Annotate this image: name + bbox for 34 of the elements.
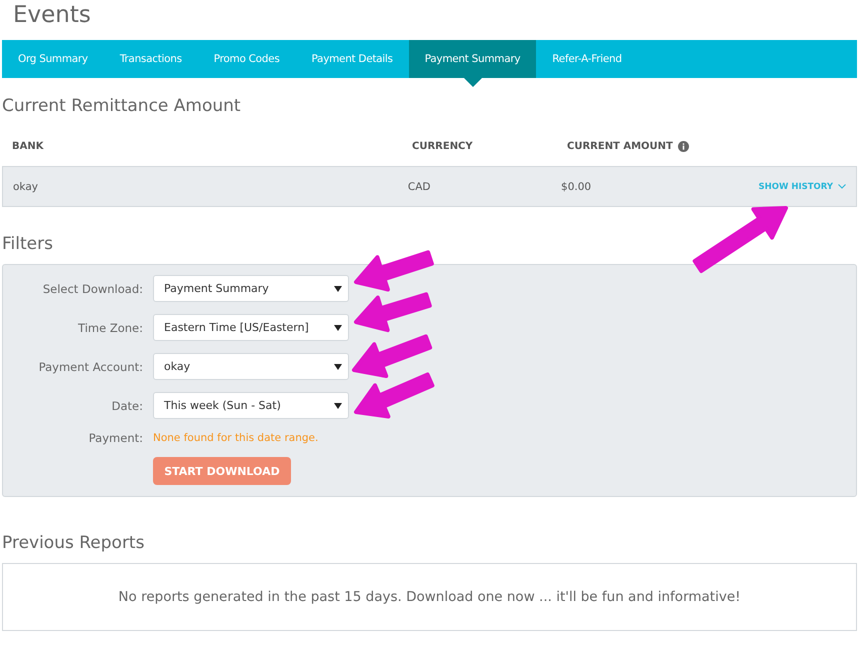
empty-message: No reports generated in the past 15 days. Download one now ... it'll be fun and informative! — [118, 589, 741, 605]
column-header: CURRENT AMOUNT — [567, 140, 673, 152]
tab[interactable]: Payment Details — [296, 40, 409, 78]
tab[interactable]: Transactions — [104, 40, 198, 78]
dropdown-caret-icon — [334, 286, 342, 292]
dropdown-caret-icon — [334, 364, 342, 370]
dropdown-caret-icon — [334, 324, 342, 330]
section-heading: Filters — [2, 233, 53, 256]
tab[interactable]: Promo Codes — [198, 40, 296, 78]
column-header: BANK — [12, 140, 44, 152]
field-label: Payment Account: — [38, 360, 144, 374]
field-label: Payment: — [88, 431, 144, 445]
tab[interactable]: Org Summary — [2, 40, 104, 78]
chevron-icon — [838, 184, 846, 189]
dropdown-caret-icon — [334, 402, 342, 408]
dropdown[interactable]: This week (Sun - Sat) — [153, 392, 349, 419]
section-heading: Previous Reports — [2, 532, 144, 555]
field-label: Date: — [110, 398, 144, 412]
table-cell: okay — [13, 180, 38, 192]
column-header: CURRENCY — [412, 140, 473, 152]
tab-pointer-icon — [464, 78, 482, 87]
status-message: None found for this date range. — [153, 432, 318, 444]
section-heading: Current Remittance Amount — [2, 95, 241, 118]
table-cell: CAD — [408, 180, 431, 192]
dropdown[interactable]: Eastern Time [US/Eastern] — [153, 314, 349, 341]
page-title: Events — [12, 1, 92, 30]
dropdown[interactable]: okay — [153, 353, 349, 380]
show-history-link[interactable]: SHOW HISTORY — [758, 182, 846, 192]
table-cell: $0.00 — [561, 180, 592, 192]
info-icon — [678, 140, 689, 152]
tab[interactable]: Refer-A-Friend — [536, 40, 638, 78]
field-label: Time Zone: — [77, 320, 144, 334]
dropdown[interactable]: Payment Summary — [153, 275, 349, 302]
field-label: Select Download: — [42, 282, 144, 296]
